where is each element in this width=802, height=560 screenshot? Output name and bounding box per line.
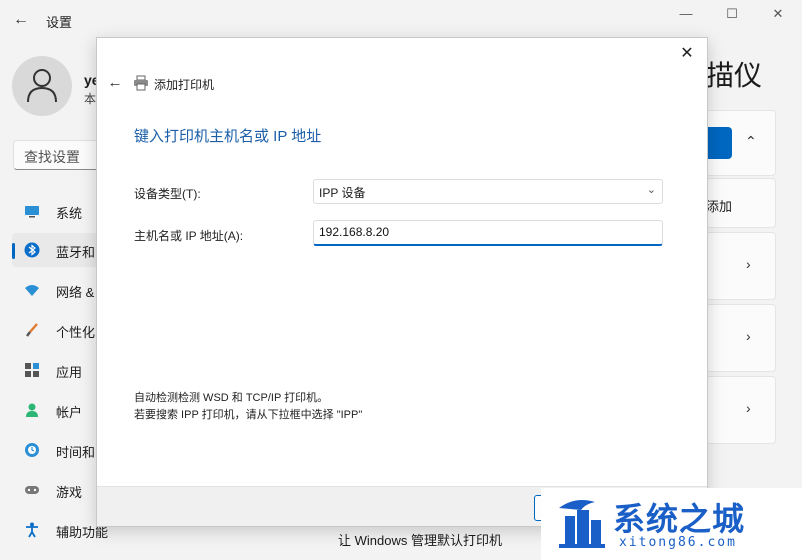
watermark-url: xitong86.com xyxy=(619,535,737,550)
sidebar-item-label: 应用 xyxy=(56,365,83,380)
settings-card[interactable] xyxy=(700,232,776,300)
close-icon[interactable]: ✕ xyxy=(675,42,699,66)
sidebar-item-label: 系统 xyxy=(56,206,83,221)
avatar xyxy=(12,56,72,116)
host-input[interactable]: 192.168.8.20 xyxy=(313,220,663,246)
sidebar-item-label: 时间和 xyxy=(56,445,96,460)
clock-globe-icon xyxy=(25,443,39,457)
sidebar-item-label: 游戏 xyxy=(56,485,83,500)
chevron-down-icon: ⌄ xyxy=(646,184,656,196)
bluetooth-icon xyxy=(24,242,40,258)
back-arrow-icon[interactable]: ← xyxy=(10,9,32,31)
sidebar-item-label: 帐户 xyxy=(56,405,83,420)
maximize-icon[interactable]: ☐ xyxy=(716,4,748,24)
add-manually-label: 添加 xyxy=(706,199,733,214)
account-icon xyxy=(26,403,38,417)
device-type-value: IPP 设备 xyxy=(319,186,366,200)
printer-icon xyxy=(134,75,148,91)
sidebar-item-label: 网络 & xyxy=(56,285,95,300)
apps-icon xyxy=(25,363,39,377)
wifi-icon xyxy=(25,285,39,296)
device-type-select[interactable]: IPP 设备 ⌄ xyxy=(313,179,663,204)
chevron-up-icon[interactable]: ⌃ xyxy=(745,133,757,150)
gamepad-icon xyxy=(25,486,39,494)
app-title: 设置 xyxy=(46,15,73,30)
chevron-right-icon: › xyxy=(746,328,751,344)
settings-titlebar: ← 设置 — ☐ ✕ xyxy=(0,0,802,40)
back-arrow-icon[interactable]: ← xyxy=(105,73,125,93)
settings-card[interactable] xyxy=(700,304,776,372)
device-type-label: 设备类型(T): xyxy=(134,187,201,201)
dialog-title: 添加打印机 xyxy=(154,78,215,92)
chevron-right-icon: › xyxy=(746,256,751,272)
note-line-1: 自动检测检测 WSD 和 TCP/IP 打印机。 xyxy=(134,392,329,404)
page-title: 描仪 xyxy=(706,60,763,91)
sidebar-item-label: 个性化 xyxy=(56,325,96,340)
watermark-logo xyxy=(559,500,605,548)
active-indicator xyxy=(12,243,15,259)
host-label: 主机名或 IP 地址(A): xyxy=(134,229,244,243)
add-printer-dialog: ✕ ← 添加打印机 键入打印机主机名或 IP 地址 设备类型(T): IPP 设… xyxy=(96,37,708,527)
chevron-right-icon: › xyxy=(746,400,751,416)
sidebar-item-label: 蓝牙和 xyxy=(56,245,96,260)
settings-card[interactable] xyxy=(700,376,776,444)
dialog-heading: 键入打印机主机名或 IP 地址 xyxy=(134,128,322,145)
profile-subtitle: 本 xyxy=(84,92,97,106)
watermark-text: 系统之城 xyxy=(613,501,746,537)
note-line-2: 若要搜索 IPP 打印机，请从下拉框中选择 "IPP" xyxy=(134,409,363,421)
default-printer-toggle-label[interactable]: 让 Windows 管理默认打印机 xyxy=(338,530,502,549)
close-icon[interactable]: ✕ xyxy=(762,4,794,24)
watermark: 系统之城 xitong86.com xyxy=(541,488,802,560)
person-icon xyxy=(27,69,57,103)
monitor-icon xyxy=(25,206,39,218)
brush-icon xyxy=(26,323,38,337)
minimize-icon[interactable]: — xyxy=(670,4,702,24)
accessibility-icon xyxy=(26,522,38,538)
